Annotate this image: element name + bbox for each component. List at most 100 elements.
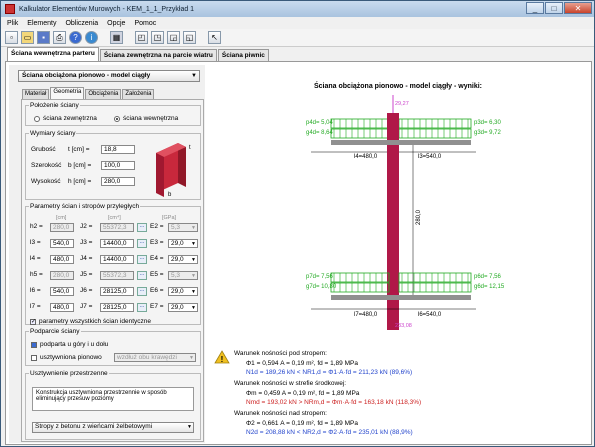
param-h-input[interactable]: 540,0 bbox=[50, 239, 74, 248]
menu-pomoc[interactable]: Pomoc bbox=[134, 20, 156, 27]
tab-obciazenia[interactable]: Obciążenia bbox=[85, 89, 122, 99]
help-icon[interactable]: ? bbox=[69, 31, 82, 44]
bottom-load-label: 233,08 bbox=[395, 323, 412, 329]
ellipsis-button[interactable]: ... bbox=[137, 223, 147, 232]
wysokosc-unit: h [cm] = bbox=[68, 178, 92, 185]
polozenie-legend: Położenie ściany bbox=[30, 102, 79, 109]
tab-sciana-piwnic[interactable]: Ściana piwnic bbox=[217, 49, 269, 61]
ellipsis-button[interactable]: ... bbox=[137, 271, 147, 280]
load-p7d bbox=[330, 272, 390, 283]
export-element-4-icon[interactable]: ◱ bbox=[183, 31, 196, 44]
tab-sciana-zewnetrzna-wiatr[interactable]: Ściana zewnętrzna na parcie wiatru bbox=[99, 49, 217, 61]
param-j-input[interactable]: 14400,0 bbox=[100, 255, 134, 264]
unit-cm4: [cm⁴] bbox=[108, 215, 121, 221]
menu-obliczenia[interactable]: Obliczenia bbox=[65, 20, 98, 27]
p3d-label: p3d= 6,30 bbox=[474, 120, 502, 126]
tab-sciana-wewnetrzna-parteru[interactable]: Ściana wewnętrzna parteru bbox=[7, 47, 99, 61]
top-load-label: 29,27 bbox=[395, 101, 409, 107]
warning-icon: ! bbox=[214, 350, 230, 364]
close-button[interactable]: ✕ bbox=[564, 2, 592, 14]
wysokosc-label: Wysokość bbox=[31, 178, 61, 185]
param-e-value: 29,0 bbox=[171, 240, 184, 247]
ellipsis-button[interactable]: ... bbox=[137, 287, 147, 296]
param-h-input[interactable]: 540,0 bbox=[50, 287, 74, 296]
param-j-label: J2 = bbox=[80, 223, 93, 230]
results-pane: Ściana obciążona pionowo - model ciągły … bbox=[206, 65, 590, 443]
usztywnienie-description: Konstrukcja usztywniona przestrzennie w … bbox=[32, 387, 194, 411]
param-j-input[interactable]: 28125,0 bbox=[100, 287, 134, 296]
param-e-dropdown[interactable]: 29,0 ▼ bbox=[168, 303, 198, 312]
identyczne-checkbox[interactable]: ✓ bbox=[30, 319, 36, 325]
print-icon[interactable]: ⎙ bbox=[53, 31, 66, 44]
result-line: Φ2 = 0,661 A = 0,19 m², fd = 1,89 MPa bbox=[246, 420, 358, 427]
tab-zalozenia[interactable]: Założenia bbox=[122, 89, 155, 99]
param-e-dropdown[interactable]: 29,0 ▼ bbox=[168, 239, 198, 248]
maximize-button[interactable]: □ bbox=[545, 2, 563, 14]
krawedzie-dropdown[interactable]: wzdłuż obu krawędzi ▼ bbox=[114, 353, 196, 362]
l6-label: l6=540,0 bbox=[418, 312, 442, 318]
load-g6d bbox=[398, 282, 472, 293]
open-folder-icon[interactable]: ▭ bbox=[21, 31, 34, 44]
ellipsis-button[interactable]: ... bbox=[137, 239, 147, 248]
model-select[interactable]: Ściana obciążona pionowo - model ciągły … bbox=[18, 70, 200, 82]
ellipsis-button[interactable]: ... bbox=[137, 255, 147, 264]
radio-sciana-wewnetrzna[interactable] bbox=[114, 116, 120, 122]
load-p3d bbox=[398, 118, 472, 129]
export-element-2-icon[interactable]: ◳ bbox=[151, 31, 164, 44]
param-j-input[interactable]: 55372,3 bbox=[100, 223, 134, 232]
usztywniona-checkbox[interactable] bbox=[31, 355, 37, 361]
tab-material[interactable]: Materiał bbox=[22, 89, 50, 99]
param-h-input[interactable]: 280,0 bbox=[50, 223, 74, 232]
menu-plik[interactable]: Plik bbox=[7, 20, 18, 27]
ellipsis-button[interactable]: ... bbox=[137, 303, 147, 312]
window-title: Kalkulator Elementów Murowych - KEM_1_1_… bbox=[19, 5, 195, 13]
param-e-dropdown[interactable]: 29,0 ▼ bbox=[168, 287, 198, 296]
param-e-value: 5,3 bbox=[171, 224, 181, 231]
export-element-1-icon[interactable]: ◰ bbox=[135, 31, 148, 44]
save-icon[interactable]: ▪ bbox=[37, 31, 50, 44]
wall bbox=[387, 145, 399, 295]
app-window: Kalkulator Elementów Murowych - KEM_1_1_… bbox=[0, 0, 595, 447]
param-h-input[interactable]: 280,0 bbox=[50, 271, 74, 280]
polozenie-group: Położenie ściany ściana zewnętrzna ścian… bbox=[25, 102, 201, 126]
chevron-down-icon: ▼ bbox=[189, 355, 194, 361]
wysokosc-input[interactable]: 280,0 bbox=[101, 177, 135, 186]
minimize-button[interactable]: _ bbox=[526, 2, 544, 14]
param-j-input[interactable]: 55372,3 bbox=[100, 271, 134, 280]
result-line: Φm = 0,459 A = 0,19 m², fd = 1,89 MPa bbox=[246, 390, 360, 397]
fig-b-label: b bbox=[168, 192, 172, 197]
param-e-dropdown[interactable]: 5,3 ▼ bbox=[168, 223, 198, 232]
chevron-down-icon: ▼ bbox=[191, 289, 196, 295]
result-line: Warunek nośności pod stropem: bbox=[234, 350, 327, 357]
usztywnienie-legend: Usztywnienie przestrzenne bbox=[30, 370, 108, 377]
podparta-checkbox[interactable] bbox=[31, 342, 37, 348]
param-h-input[interactable]: 480,0 bbox=[50, 303, 74, 312]
identyczne-label: parametry wszystkich ścian identyczne bbox=[39, 318, 151, 325]
radio-sciana-zewnetrzna[interactable] bbox=[34, 116, 40, 122]
load-g3d bbox=[398, 128, 472, 139]
upper-wall bbox=[387, 113, 399, 140]
top-slab bbox=[331, 140, 471, 145]
calculator-icon[interactable]: ▦ bbox=[110, 31, 123, 44]
info-icon[interactable]: i bbox=[85, 31, 98, 44]
tab-geometria[interactable]: Geometria bbox=[50, 87, 85, 99]
g6d-label: g6d= 12,15 bbox=[474, 284, 505, 290]
radio-sciana-zewnetrzna-label: ściana zewnętrzna bbox=[43, 115, 97, 122]
param-j-input[interactable]: 28125,0 bbox=[100, 303, 134, 312]
param-e-dropdown[interactable]: 29,0 ▼ bbox=[168, 255, 198, 264]
param-h-input[interactable]: 480,0 bbox=[50, 255, 74, 264]
new-file-icon[interactable]: ▫ bbox=[5, 31, 18, 44]
main-panel: Ściana obciążona pionowo - model ciągły … bbox=[5, 61, 592, 445]
param-e-dropdown[interactable]: 5,3 ▼ bbox=[168, 271, 198, 280]
grubosc-input[interactable]: 18,8 bbox=[101, 145, 135, 154]
svg-text:!: ! bbox=[221, 355, 224, 364]
stropy-dropdown[interactable]: Stropy z betonu z wieńcami żelbetowymi ▼ bbox=[32, 422, 194, 433]
model-select-value: Ściana obciążona pionowo - model ciągły bbox=[22, 72, 151, 79]
menu-opcje[interactable]: Opcje bbox=[107, 20, 125, 27]
menu-elementy[interactable]: Elementy bbox=[27, 20, 56, 27]
szerokosc-input[interactable]: 100,0 bbox=[101, 161, 135, 170]
param-j-input[interactable]: 14400,0 bbox=[100, 239, 134, 248]
result-line: N1d = 189,26 kN < NR1,d = Φ1·A·fd = 211,… bbox=[246, 369, 413, 376]
whats-this-pointer-icon[interactable]: ↖ bbox=[208, 31, 221, 44]
export-element-3-icon[interactable]: ◲ bbox=[167, 31, 180, 44]
